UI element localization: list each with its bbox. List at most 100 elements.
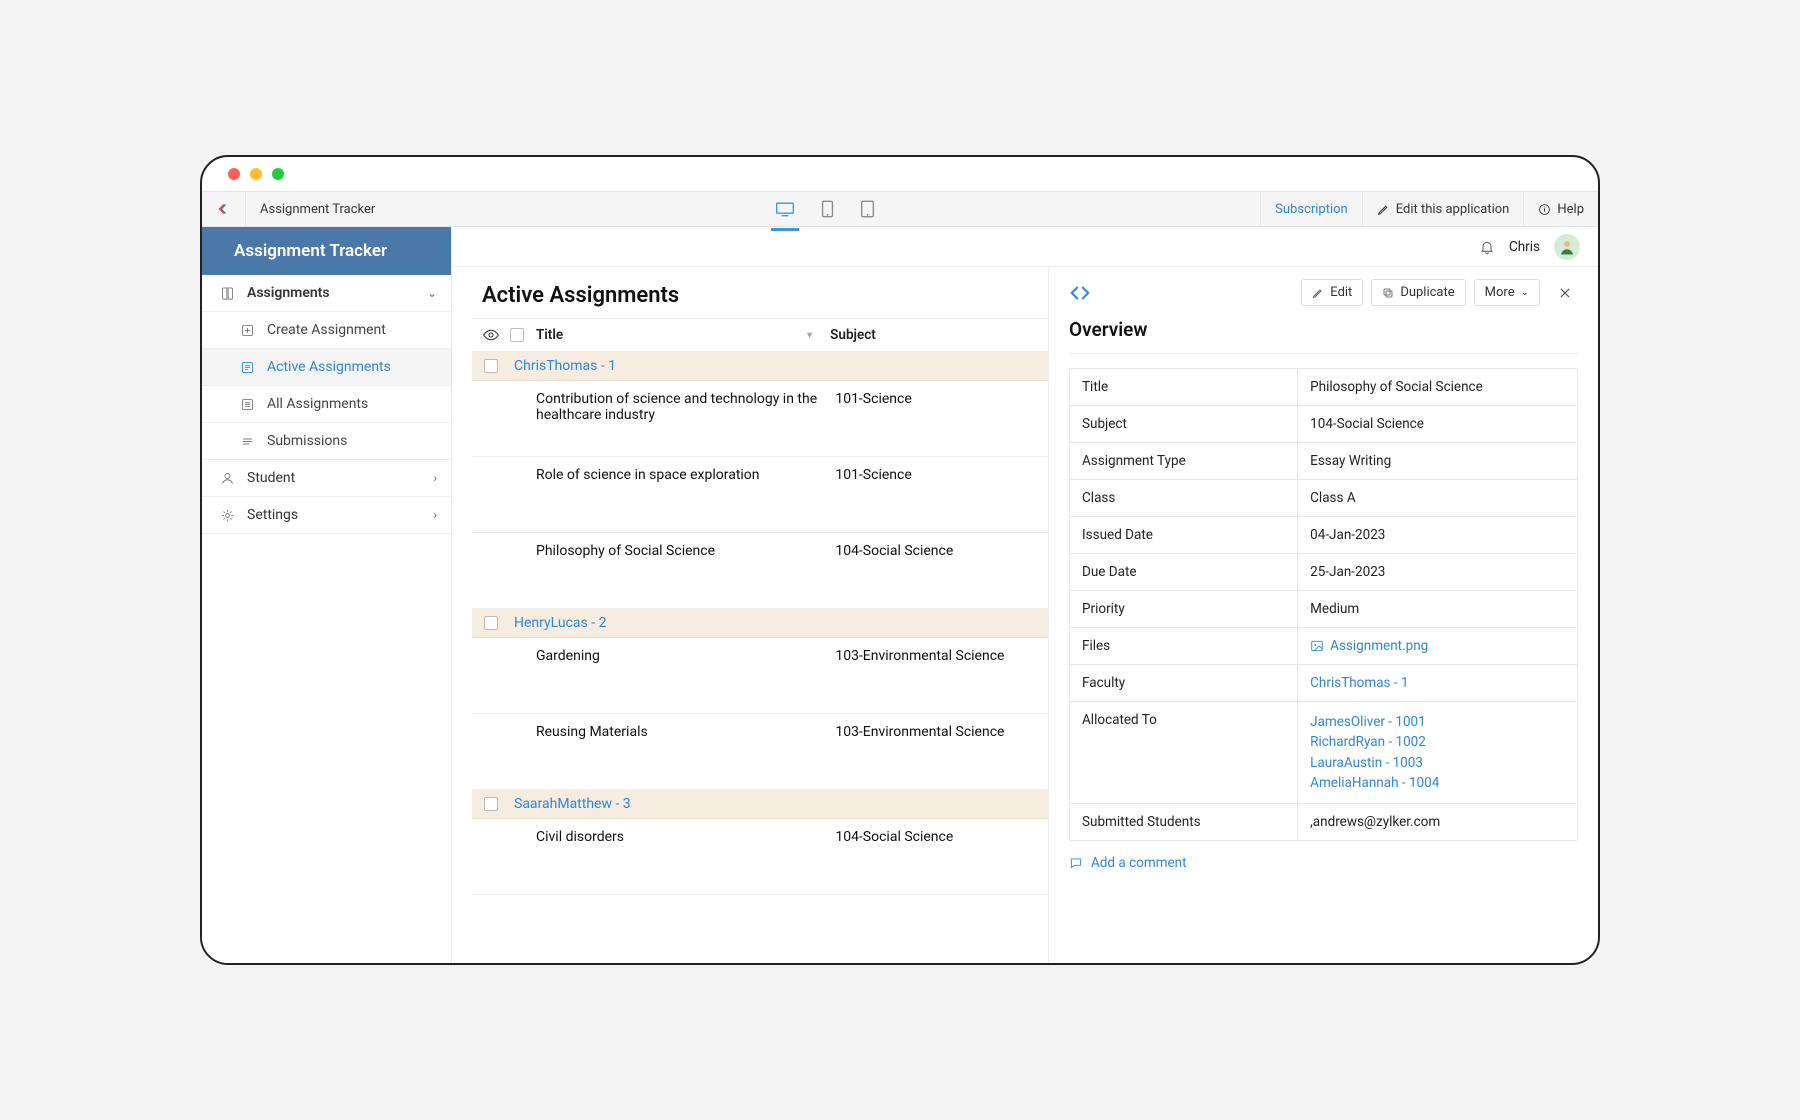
nav-student[interactable]: Student › xyxy=(202,460,451,497)
allocated-link[interactable]: AmeliaHannah - 1004 xyxy=(1310,773,1565,793)
window-minimize-dot[interactable] xyxy=(250,168,262,180)
code-icon[interactable] xyxy=(1069,282,1091,304)
row-subject: 104-Social Science xyxy=(835,543,1042,598)
list-body: ChrisThomas - 1 Contribution of science … xyxy=(472,352,1048,963)
group-row[interactable]: SaarahMatthew - 3 xyxy=(472,790,1048,819)
group-name[interactable]: ChrisThomas - 1 xyxy=(514,358,616,374)
nav-all-assignments[interactable]: All Assignments xyxy=(202,386,451,423)
table-header: Title ▾ Subject xyxy=(472,318,1048,352)
tablet-icon xyxy=(821,200,834,218)
val-type: Essay Writing xyxy=(1298,443,1577,479)
edit-application-button[interactable]: Edit this application xyxy=(1362,192,1524,226)
group-checkbox[interactable] xyxy=(484,797,498,811)
row-subject: 101-Science xyxy=(835,467,1042,522)
row-subject: 101-Science xyxy=(835,391,1042,446)
close-panel-button[interactable] xyxy=(1552,280,1578,306)
help-label: Help xyxy=(1557,202,1584,217)
row-title: Philosophy of Social Science xyxy=(478,543,835,598)
edit-button[interactable]: Edit xyxy=(1301,279,1363,306)
row-subject: 104-Social Science xyxy=(835,829,1042,884)
allocated-link[interactable]: JamesOliver - 1001 xyxy=(1310,712,1565,732)
val-due: 25-Jan-2023 xyxy=(1298,554,1577,590)
edit-app-label: Edit this application xyxy=(1396,202,1510,217)
more-button[interactable]: More ⌄ xyxy=(1474,279,1540,306)
sidebar: Assignment Tracker Assignments ⌄ Create … xyxy=(202,227,452,963)
nav-create-assignment[interactable]: Create Assignment xyxy=(202,312,451,349)
overview-heading: Overview xyxy=(1069,318,1578,354)
chevron-down-icon: ⌄ xyxy=(427,286,437,300)
val-files: Assignment.png xyxy=(1298,628,1577,664)
val-priority: Medium xyxy=(1298,591,1577,627)
notifications-button[interactable] xyxy=(1479,239,1495,255)
mobile-view-button[interactable] xyxy=(858,194,877,224)
val-allocated: JamesOliver - 1001RichardRyan - 1002Laur… xyxy=(1298,702,1577,803)
desktop-view-button[interactable] xyxy=(773,195,797,223)
table-row[interactable]: Gardening 103-Environmental Science xyxy=(472,638,1048,714)
lbl-allocated: Allocated To xyxy=(1070,702,1298,803)
tablet-view-button[interactable] xyxy=(819,194,836,224)
col-subject-label[interactable]: Subject xyxy=(830,327,876,343)
gear-icon xyxy=(220,508,235,523)
group-name[interactable]: HenryLucas - 2 xyxy=(514,615,606,631)
plus-box-icon xyxy=(240,323,255,338)
user-bar: Chris xyxy=(452,227,1598,267)
subscription-link[interactable]: Subscription xyxy=(1260,192,1362,226)
table-row[interactable]: Role of science in space exploration 101… xyxy=(472,457,1048,533)
allocated-link[interactable]: RichardRyan - 1002 xyxy=(1310,732,1565,752)
add-comment-label: Add a comment xyxy=(1091,855,1187,871)
nav-active-assignments[interactable]: Active Assignments xyxy=(202,349,451,386)
back-icon xyxy=(215,200,233,218)
page-title: Active Assignments xyxy=(472,277,1048,318)
row-title: Reusing Materials xyxy=(478,724,835,779)
group-row[interactable]: ChrisThomas - 1 xyxy=(472,352,1048,381)
table-row[interactable]: Contribution of science and technology i… xyxy=(472,381,1048,457)
row-title: Gardening xyxy=(478,648,835,703)
allocated-link[interactable]: LauraAustin - 1003 xyxy=(1310,753,1565,773)
group-name[interactable]: SaarahMatthew - 3 xyxy=(514,796,631,812)
nav-create-label: Create Assignment xyxy=(267,322,386,338)
val-faculty[interactable]: ChrisThomas - 1 xyxy=(1298,665,1577,701)
val-issued: 04-Jan-2023 xyxy=(1298,517,1577,553)
top-toolbar: Assignment Tracker Subscription Edit thi… xyxy=(202,191,1598,227)
avatar-icon xyxy=(1558,238,1576,256)
user-icon xyxy=(220,471,235,486)
nav-assignments-label: Assignments xyxy=(247,285,330,301)
sort-caret-icon[interactable]: ▾ xyxy=(807,330,812,341)
val-submitted: ,andrews@zylker.com xyxy=(1298,804,1577,840)
nav-submissions[interactable]: Submissions xyxy=(202,423,451,460)
select-all-checkbox[interactable] xyxy=(510,328,524,342)
image-icon xyxy=(1310,639,1324,653)
group-checkbox[interactable] xyxy=(484,359,498,373)
window-close-dot[interactable] xyxy=(228,168,240,180)
col-title-label[interactable]: Title xyxy=(536,327,563,343)
table-row[interactable]: Civil disorders 104-Social Science xyxy=(472,819,1048,895)
title-bar xyxy=(202,157,1598,191)
back-button[interactable] xyxy=(202,192,246,226)
more-label: More xyxy=(1485,285,1515,300)
val-subject: 104-Social Science xyxy=(1298,406,1577,442)
file-link[interactable]: Assignment.png xyxy=(1310,638,1565,654)
row-title: Civil disorders xyxy=(478,829,835,884)
nav-active-label: Active Assignments xyxy=(267,359,391,375)
table-row[interactable]: Philosophy of Social Science 104-Social … xyxy=(472,533,1048,609)
desktop-icon xyxy=(775,201,795,217)
lbl-files: Files xyxy=(1070,628,1298,664)
mobile-icon xyxy=(860,200,875,218)
table-row[interactable]: Reusing Materials 103-Environmental Scie… xyxy=(472,714,1048,790)
nav-assignments[interactable]: Assignments ⌄ xyxy=(202,275,451,312)
window-zoom-dot[interactable] xyxy=(272,168,284,180)
brand-title: Assignment Tracker xyxy=(202,227,451,275)
lbl-class: Class xyxy=(1070,480,1298,516)
group-checkbox[interactable] xyxy=(484,616,498,630)
val-title: Philosophy of Social Science xyxy=(1298,369,1577,405)
user-avatar[interactable] xyxy=(1554,234,1580,260)
help-button[interactable]: Help xyxy=(1523,192,1598,226)
duplicate-button[interactable]: Duplicate xyxy=(1371,279,1465,306)
app-name-label: Assignment Tracker xyxy=(246,202,389,217)
nav-settings[interactable]: Settings › xyxy=(202,497,451,534)
add-comment-button[interactable]: Add a comment xyxy=(1069,855,1578,871)
row-title: Role of science in space exploration xyxy=(478,467,835,522)
nav-settings-label: Settings xyxy=(247,507,298,523)
close-icon xyxy=(1558,286,1572,300)
group-row[interactable]: HenryLucas - 2 xyxy=(472,609,1048,638)
